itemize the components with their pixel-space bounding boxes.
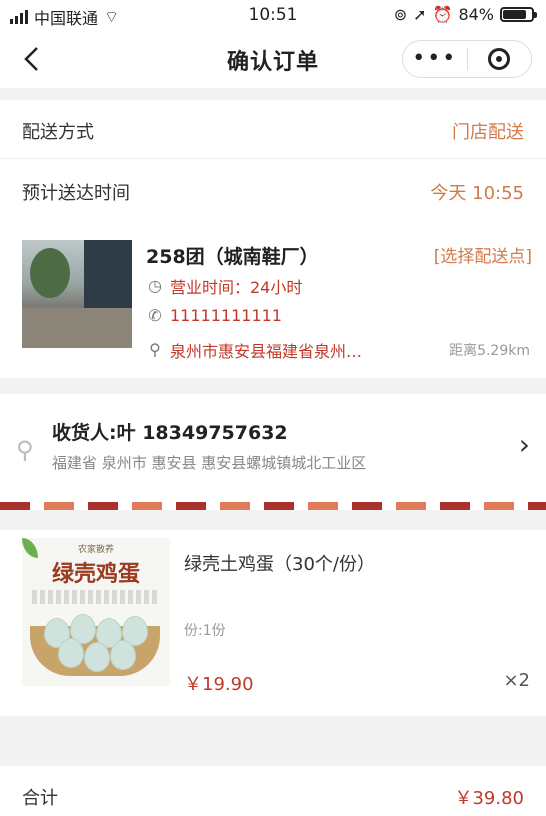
delivery-method-row[interactable]: 配送方式 门店配送 <box>0 100 546 158</box>
status-right: ⊚ ➚ ⏰ 84% <box>393 5 537 24</box>
product-price: ￥19.90 <box>184 674 254 695</box>
product-image: 农家散养 绿壳鸡蛋 <box>22 538 170 686</box>
eta-label: 预计送达时间 <box>22 183 130 204</box>
total-row: 合计 ￥39.80 <box>0 766 546 816</box>
product-card: 农家散养 绿壳鸡蛋 绿壳土鸡蛋（30个/份） 份:1份 ￥19.90 ×2 <box>0 530 546 716</box>
store-hours: ◷ 营业时间：24小时 <box>146 274 302 298</box>
phone-icon: ✆ <box>148 305 162 325</box>
status-bar: 中国联通 ⌔ 10:51 ⊚ ➚ ⏰ 84% <box>0 0 546 30</box>
more-dots-icon[interactable]: ••• <box>403 48 467 70</box>
store-hours-text: 营业时间：24小时 <box>170 278 303 297</box>
store-photo <box>22 240 132 348</box>
eta-row: 预计送达时间 今天 10:55 <box>0 159 546 218</box>
battery-percent: 84% <box>458 5 494 24</box>
delivery-method-label: 配送方式 <box>22 122 94 143</box>
product-quantity: ×2 <box>503 670 530 691</box>
location-pin-icon: ⚲ <box>149 340 161 359</box>
location-pin-icon: ⚲ <box>16 436 34 464</box>
clock-icon: ◷ <box>148 276 162 295</box>
eta-value: 今天 10:55 <box>430 183 524 204</box>
nav-bar: 确认订单 ••• <box>0 30 546 88</box>
product-image-title: 绿壳鸡蛋 <box>51 562 140 587</box>
store-distance: 距离5.29km <box>449 343 530 359</box>
store-card: 258团（城南鞋厂） [选择配送点] ◷ 营业时间：24小时 ✆ 1111111… <box>0 218 546 378</box>
target-icon <box>488 48 511 70</box>
battery-icon <box>500 7 537 22</box>
product-name: 绿壳土鸡蛋（30个/份） <box>184 554 375 575</box>
store-name: 258团（城南鞋厂） <box>146 246 319 268</box>
order-confirm-page: 中国联通 ⌔ 10:51 ⊚ ➚ ⏰ 84% 确认订单 ••• 配送方式 门店配… <box>0 0 546 816</box>
product-spec: 份:1份 <box>184 623 226 639</box>
consignee-card[interactable]: ⚲ 收货人:叶 18349757632 福建省 泉州市 惠安县 惠安县螺城镇城北… <box>0 394 546 502</box>
store-address: ⚲ 泉州市惠安县福建省泉州… <box>146 338 362 362</box>
consignee-address: 福建省 泉州市 惠安县 惠安县螺城镇城北工业区 <box>52 454 367 472</box>
product-image-brand: 农家散养 <box>77 545 114 555</box>
select-pickup-point-link[interactable]: [选择配送点] <box>434 242 532 267</box>
close-mini-program-button[interactable] <box>468 48 532 70</box>
chevron-right-icon[interactable]: › <box>519 428 530 461</box>
delivery-method-value[interactable]: 门店配送 <box>452 118 524 144</box>
total-value: ￥39.80 <box>454 788 524 809</box>
store-phone-text: 11111111111 <box>170 306 282 325</box>
rotation-lock-icon: ⊚ <box>393 5 408 24</box>
location-arrow-icon: ➚ <box>413 5 427 24</box>
consignee-name-phone: 收货人:叶 18349757632 <box>52 422 288 444</box>
store-address-text: 泉州市惠安县福建省泉州… <box>170 342 363 361</box>
alarm-icon: ⏰ <box>432 5 453 24</box>
store-phone[interactable]: ✆ 11111111111 <box>146 306 282 325</box>
envelope-stripe <box>0 502 546 510</box>
product-image-caption <box>32 590 160 604</box>
total-label: 合计 <box>22 788 58 809</box>
mini-program-capsule: ••• <box>402 40 532 78</box>
